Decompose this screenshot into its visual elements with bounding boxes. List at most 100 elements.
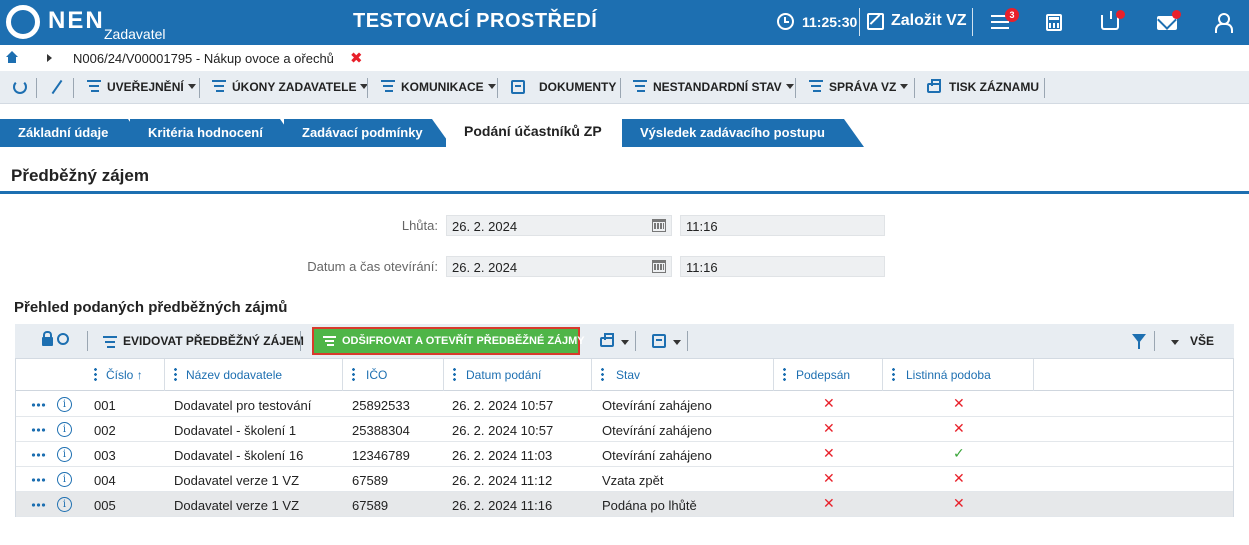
sprava-vz-menu[interactable]: SPRÁVA VZ [829,80,909,94]
ukony-menu[interactable]: ÚKONY ZADAVATELE [232,80,369,94]
chevron-right-icon [47,54,52,62]
print-icon [927,79,941,93]
cell-datum: 26. 2. 2024 11:03 [452,448,553,463]
cell-datum: 26. 2. 2024 10:57 [452,398,554,413]
table-row[interactable]: i 001 Dodavatel pro testování 25892533 2… [16,392,1233,417]
info-icon[interactable]: i [57,472,72,487]
odsifrovat-button[interactable]: ODŠIFROVAT A OTEVŘÍT PŘEDBĚŽNÉ ZÁJMY [312,327,585,355]
separator [367,78,368,98]
lhuta-time-field[interactable]: 11:16 [680,215,885,236]
row-actions-icon[interactable] [31,428,47,432]
filter-icon[interactable] [1132,334,1146,349]
breadcrumb-item[interactable]: N006/24/V00001795 - Nákup ovoce a ořechů [73,51,334,66]
table-row[interactable]: i 005 Dodavatel verze 1 VZ 67589 26. 2. … [16,492,1233,517]
row-actions-icon[interactable] [31,503,47,507]
nestandardni-stav-menu[interactable]: NESTANDARDNÍ STAV [653,80,794,94]
user-icon[interactable] [1215,13,1233,33]
list-icon [633,80,647,94]
uverejneni-menu[interactable]: UVEŘEJNĚNÍ [107,80,196,94]
calendar-icon[interactable] [652,219,666,232]
separator [497,78,498,98]
column-podepsan[interactable]: Podepsán [796,368,850,382]
separator [620,78,621,98]
info-icon[interactable]: i [57,397,72,412]
cell-cislo: 002 [94,423,116,438]
lhuta-date-field[interactable]: 26. 2. 2024 [446,215,672,236]
evidovat-button[interactable]: EVIDOVAT PŘEDBĚŽNÝ ZÁJEM [123,334,304,348]
column-menu-icon[interactable] [174,367,177,381]
breadcrumb: N006/24/V00001795 - Nákup ovoce a ořechů… [0,45,1249,71]
tab-zadavaci-podminky[interactable]: Zadávací podmínky [284,119,452,147]
komunikace-menu[interactable]: KOMUNIKACE [401,80,496,94]
vse-filter-button[interactable]: VŠE [1190,334,1214,348]
column-menu-icon[interactable] [94,367,97,381]
otevreni-date-field[interactable]: 26. 2. 2024 [446,256,672,277]
cell-stav: Otevírání zahájeno [602,448,712,463]
otevreni-time-field[interactable]: 11:16 [680,256,885,277]
print-icon[interactable] [600,333,614,347]
row-actions-icon[interactable] [31,478,47,482]
column-ico[interactable]: IČO [366,368,387,382]
column-menu-icon[interactable] [352,367,355,381]
section-title: Předběžný zájem [11,166,149,185]
paper-check-icon: ✓ [953,445,965,461]
column-menu-icon[interactable] [601,367,604,381]
table-row[interactable]: i 002 Dodavatel - školení 1 25388304 26.… [16,417,1233,442]
tab-podani-ucastniku[interactable]: Podání účastníků ZP [446,116,622,147]
column-stav[interactable]: Stav [616,368,640,382]
row-actions-icon[interactable] [31,453,47,457]
column-menu-icon[interactable] [892,367,895,381]
cell-stav: Podána po lhůtě [602,498,697,513]
logo-text[interactable]: NEN [48,7,105,35]
refresh-icon[interactable] [13,80,27,94]
info-icon[interactable]: i [57,422,72,437]
row-actions-icon[interactable] [31,403,47,407]
cell-stav: Vzata zpět [602,473,664,488]
tab-kriteria-hodnoceni[interactable]: Kritéria hodnocení [130,119,300,147]
caret-down-icon[interactable] [1171,340,1179,345]
cell-nazev: Dodavatel - školení 1 [174,423,297,438]
column-menu-icon[interactable] [453,367,456,381]
home-icon[interactable] [6,51,18,63]
lock-icon[interactable] [42,331,53,346]
column-cislo-label: Číslo [106,368,134,382]
close-icon[interactable]: ✖ [350,49,363,67]
column-nazev[interactable]: Název dodavatele [186,368,282,382]
pencil-icon[interactable] [50,80,64,94]
separator [795,78,796,98]
info-icon[interactable]: i [57,447,72,462]
caret-down-icon[interactable] [621,340,629,345]
tisk-zaznamu-button[interactable]: TISK ZÁZNAMU [949,80,1039,94]
info-icon[interactable]: i [57,497,72,512]
caret-down-icon [187,84,196,89]
column-cislo[interactable]: Číslo ↑ [106,368,143,382]
column-datum[interactable]: Datum podání [466,368,541,382]
calculator-icon[interactable] [1046,14,1062,31]
dokumenty-button[interactable]: DOKUMENTY [539,80,616,94]
not-signed-icon: ✕ [823,470,835,486]
komunikace-label: KOMUNIKACE [401,80,484,94]
new-vz-button[interactable]: Založit VZ [891,12,967,30]
caret-down-icon[interactable] [673,340,681,345]
tab-vysledek[interactable]: Výsledek zadávacího postupu [622,119,864,147]
separator [1044,78,1045,98]
column-separator [882,359,883,391]
nen-logo-icon[interactable] [6,5,40,39]
export-icon[interactable] [652,334,666,348]
odsifrovat-label: ODŠIFROVAT A OTEVŘÍT PŘEDBĚŽNÉ ZÁJMY [342,335,585,347]
column-listinna[interactable]: Listinná podoba [906,368,991,382]
notification-badge: 3 [1005,8,1019,22]
table-row[interactable]: i 003 Dodavatel - školení 16 12346789 26… [16,442,1233,467]
main-toolbar: UVEŘEJNĚNÍ ÚKONY ZADAVATELE KOMUNIKACE D… [0,71,1249,104]
caret-down-icon [785,84,794,89]
award-icon[interactable] [57,333,69,345]
calendar-icon[interactable] [652,260,666,273]
tab-zakladni-udaje[interactable]: Základní údaje [0,119,148,147]
sort-ascending-icon: ↑ [136,368,143,382]
separator [687,331,688,351]
table-row[interactable]: i 004 Dodavatel verze 1 VZ 67589 26. 2. … [16,467,1233,492]
list-icon [323,336,336,348]
edit-icon[interactable] [867,13,884,30]
column-menu-icon[interactable] [783,367,786,381]
column-separator [443,359,444,391]
